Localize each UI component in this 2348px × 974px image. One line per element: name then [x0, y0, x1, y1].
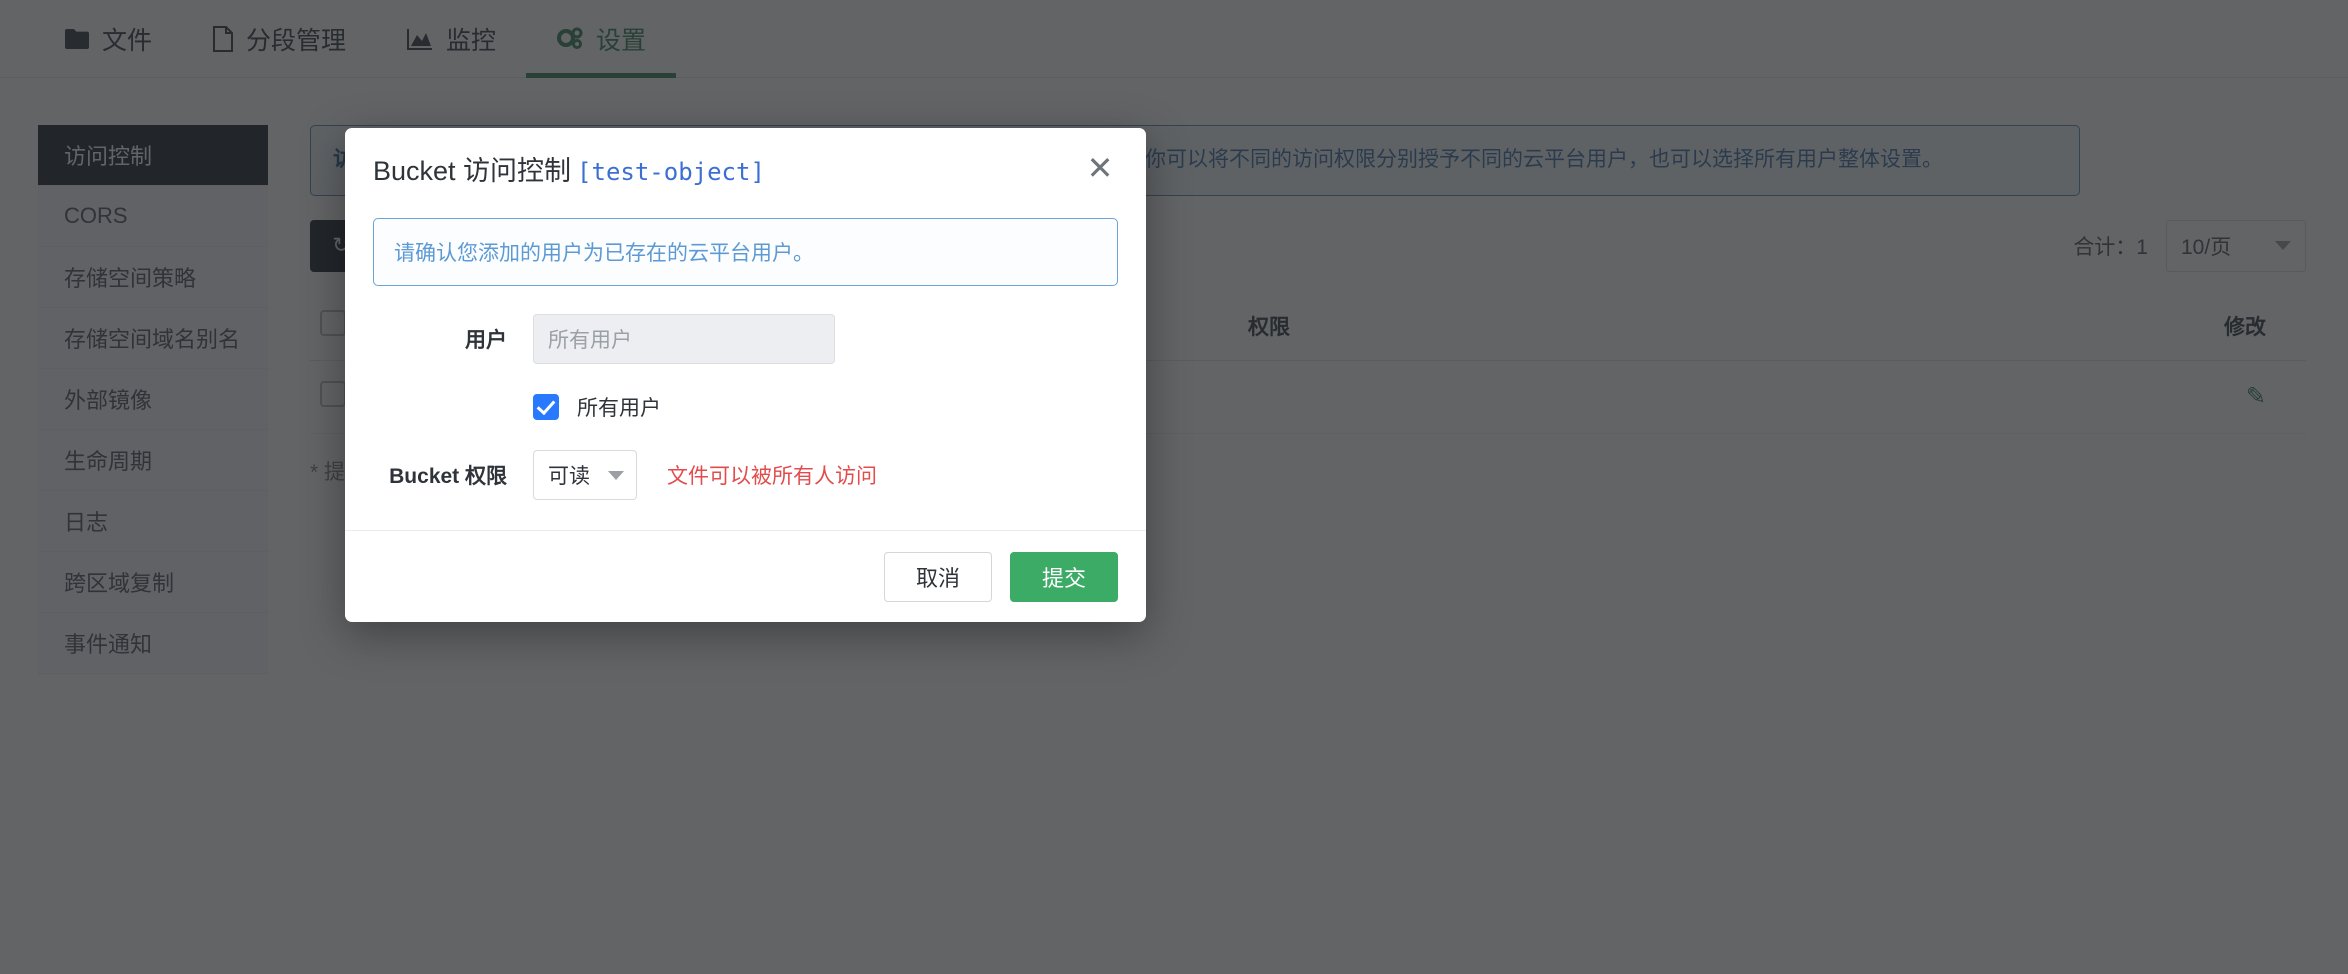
close-icon[interactable]: ✕ — [1080, 148, 1120, 188]
all-users-row: 所有用户 — [373, 392, 1118, 422]
user-field-row: 用户 所有用户 — [373, 314, 1118, 364]
bucket-acl-dialog: Bucket 访问控制[test-object] ✕ 请确认您添加的用户为已存在… — [345, 128, 1146, 622]
dialog-title-text: Bucket 访问控制 — [373, 156, 571, 186]
all-users-checkbox-label: 所有用户 — [577, 392, 661, 422]
dialog-body: 请确认您添加的用户为已存在的云平台用户。 用户 所有用户 所有用户 Bucket… — [345, 208, 1146, 530]
dialog-footer: 取消 提交 — [345, 530, 1146, 622]
permission-row: Bucket 权限 可读 文件可以被所有人访问 — [373, 450, 1118, 500]
all-users-checkbox[interactable] — [533, 394, 559, 420]
cancel-button[interactable]: 取消 — [884, 552, 992, 602]
dialog-header: Bucket 访问控制[test-object] ✕ — [345, 128, 1146, 208]
permission-select-value: 可读 — [548, 460, 590, 490]
dialog-bucket-name: [test-object] — [577, 158, 765, 186]
user-input[interactable]: 所有用户 — [533, 314, 835, 364]
permission-note: 文件可以被所有人访问 — [667, 460, 877, 490]
chevron-down-icon — [608, 471, 624, 480]
permission-select[interactable]: 可读 — [533, 450, 637, 500]
dialog-info-alert: 请确认您添加的用户为已存在的云平台用户。 — [373, 218, 1118, 286]
submit-button[interactable]: 提交 — [1010, 552, 1118, 602]
permission-label: Bucket 权限 — [373, 460, 533, 490]
dialog-title: Bucket 访问控制[test-object] — [373, 149, 765, 188]
all-users-checkbox-group: 所有用户 — [533, 392, 661, 422]
user-field-label: 用户 — [373, 324, 533, 354]
